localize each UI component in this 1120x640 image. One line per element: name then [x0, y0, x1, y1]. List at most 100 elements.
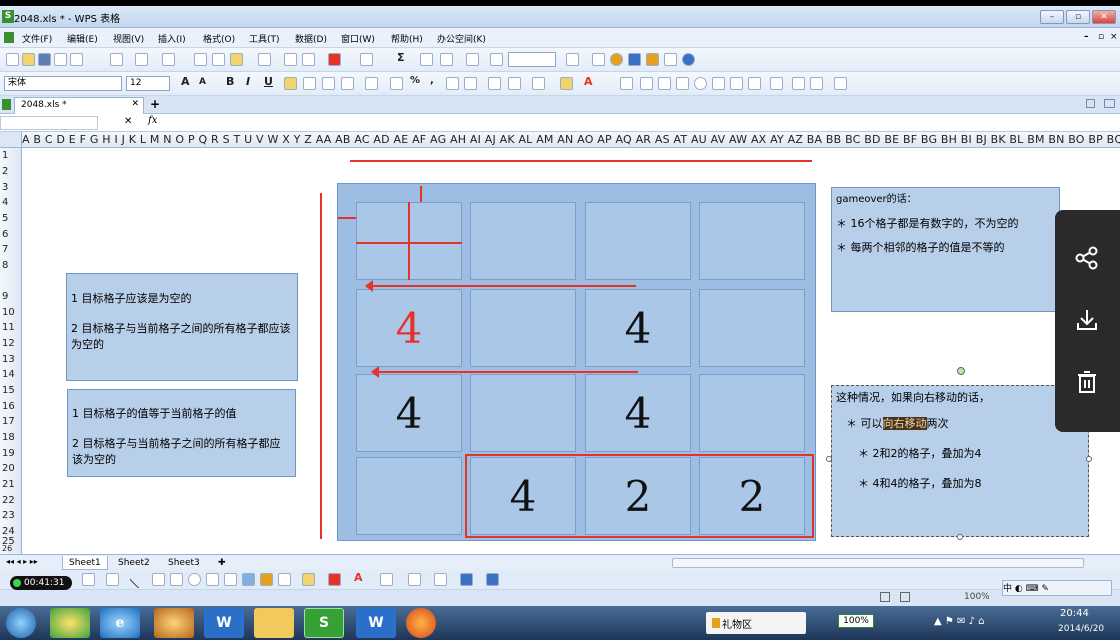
row-number[interactable]: 13: [0, 354, 21, 365]
close-button[interactable]: ✕: [1092, 10, 1116, 24]
rotate-handle[interactable]: [957, 367, 965, 375]
row-number[interactable]: 19: [0, 448, 21, 459]
word-icon[interactable]: W: [356, 608, 396, 638]
sheet-tab-1[interactable]: Sheet1: [62, 556, 108, 570]
menu-edit[interactable]: 编辑(E): [67, 32, 98, 45]
help-icon[interactable]: [682, 53, 695, 66]
menu-format[interactable]: 格式(O): [203, 32, 235, 45]
align-left-icon[interactable]: [284, 77, 297, 90]
resize-handle[interactable]: [957, 534, 963, 540]
share-icon[interactable]: [1073, 244, 1101, 272]
select-objects-icon[interactable]: [82, 573, 95, 586]
grid-icon[interactable]: [834, 77, 847, 90]
column-header[interactable]: A B C D E F G H I J K L M N O P Q R S T …: [22, 132, 1120, 148]
scrollbar-icon[interactable]: [748, 77, 761, 90]
menu-window[interactable]: 窗口(W): [341, 32, 375, 45]
view-code-icon[interactable]: [792, 77, 805, 90]
note-target-empty[interactable]: 1 目标格子应该是为空的 2 目标格子与当前格子之间的所有格子都应该为空的: [66, 273, 298, 381]
increase-decimal-icon[interactable]: [446, 77, 459, 90]
explorer-folder-icon[interactable]: [254, 608, 294, 638]
print-icon[interactable]: [110, 53, 123, 66]
line-color-icon[interactable]: [328, 573, 341, 586]
groupbox-icon[interactable]: [658, 77, 671, 90]
row-number[interactable]: 7: [0, 244, 21, 255]
line-icon[interactable]: [129, 570, 148, 589]
undo-icon[interactable]: [284, 53, 297, 66]
redo-icon[interactable]: [302, 53, 315, 66]
name-box[interactable]: [0, 116, 98, 130]
wrap-text-icon[interactable]: [365, 77, 378, 90]
sort-asc-icon[interactable]: [420, 53, 433, 66]
autosum-icon[interactable]: Σ: [397, 51, 405, 64]
zoom-level[interactable]: 100%: [964, 592, 990, 602]
clipart-icon[interactable]: [260, 573, 273, 586]
oval-icon[interactable]: [188, 573, 201, 586]
insert-row-icon[interactable]: [328, 53, 341, 66]
qq-pet-icon[interactable]: [154, 608, 194, 638]
listbox-icon[interactable]: [712, 77, 725, 90]
row-number[interactable]: 14: [0, 369, 21, 380]
sort-desc-icon[interactable]: [440, 53, 453, 66]
insert-function-icon[interactable]: fx: [148, 115, 157, 126]
game-board[interactable]: 4 4 4 4 4 2 2: [337, 183, 816, 541]
firefox-icon[interactable]: [406, 608, 436, 638]
grow-font-icon[interactable]: A: [181, 75, 190, 88]
chart-icon[interactable]: [490, 53, 503, 66]
line-style-icon[interactable]: [380, 573, 393, 586]
indent-icon[interactable]: [488, 77, 501, 90]
new-tab-icon[interactable]: +: [150, 97, 160, 111]
sheet-tab-2[interactable]: Sheet2: [112, 556, 156, 570]
row-number[interactable]: 16: [0, 401, 21, 412]
borders-icon[interactable]: [532, 77, 545, 90]
note-move-right[interactable]: 这种情况，如果向右移动的话， ＊ 可以向右移动两次 ＊ 2和2的格子，叠加为4 …: [831, 385, 1089, 537]
skin-icon[interactable]: [664, 53, 677, 66]
gift-area-button[interactable]: 礼物区: [706, 612, 806, 634]
internet-explorer-icon[interactable]: e: [100, 608, 140, 638]
save-icon[interactable]: [38, 53, 51, 66]
tray-icons[interactable]: ▲ ⚑ ✉ ♪ ⌂: [934, 616, 984, 627]
mail-icon[interactable]: [54, 53, 67, 66]
merge-center-icon[interactable]: [341, 77, 354, 90]
italic-button[interactable]: I: [246, 75, 250, 88]
checkbox-icon[interactable]: [676, 77, 689, 90]
ime-toolbar[interactable]: 中 ◐ ⌨ ✎: [1002, 580, 1112, 596]
clock-time[interactable]: 20:44: [1060, 608, 1089, 619]
normal-view-icon[interactable]: [880, 592, 890, 602]
percent-icon[interactable]: %: [410, 75, 420, 86]
font-color-icon[interactable]: A: [584, 75, 593, 88]
row-number[interactable]: 20: [0, 463, 21, 474]
delete-icon[interactable]: [1073, 368, 1101, 396]
sheet-tab-3[interactable]: Sheet3: [162, 556, 206, 570]
new-icon[interactable]: [6, 53, 19, 66]
decrease-decimal-icon[interactable]: [464, 77, 477, 90]
drawing-icon[interactable]: [566, 53, 579, 66]
tile-icon[interactable]: [1086, 99, 1095, 108]
start-button[interactable]: [6, 608, 36, 638]
sheet-nav-icon[interactable]: ◂◂ ◂ ▸ ▸▸: [6, 557, 38, 566]
bold-button[interactable]: B: [226, 75, 234, 88]
note-gameover[interactable]: gameover的话： ＊ 16个格子都是有数字的，不为空的 ＊ 每两个相邻的格…: [831, 187, 1060, 312]
export-pdf-icon[interactable]: [70, 53, 83, 66]
wps-writer-icon[interactable]: W: [204, 608, 244, 638]
resize-handle[interactable]: [826, 456, 832, 462]
picture-icon[interactable]: [278, 573, 291, 586]
shrink-font-icon[interactable]: A: [199, 77, 206, 87]
cancel-entry-icon[interactable]: ✕: [124, 116, 132, 127]
menu-close-icon[interactable]: ×: [1110, 32, 1118, 42]
fill-draw-icon[interactable]: [302, 573, 315, 586]
properties-icon[interactable]: [770, 77, 783, 90]
row-number[interactable]: 11: [0, 322, 21, 333]
filter-icon[interactable]: [466, 53, 479, 66]
font-size-combo[interactable]: 12: [126, 76, 170, 91]
row-number[interactable]: 4: [0, 197, 21, 208]
arrow-style-icon[interactable]: [434, 573, 447, 586]
color-wheel-icon[interactable]: [610, 53, 623, 66]
find-icon[interactable]: [592, 53, 605, 66]
template-icon[interactable]: [628, 53, 641, 66]
row-number[interactable]: 2: [0, 166, 21, 177]
align-right-icon[interactable]: [322, 77, 335, 90]
selected-text[interactable]: 向右移动: [882, 417, 927, 430]
row-number[interactable]: 5: [0, 213, 21, 224]
formula-input[interactable]: [170, 116, 1120, 130]
vertical-textbox-icon[interactable]: [224, 573, 237, 586]
